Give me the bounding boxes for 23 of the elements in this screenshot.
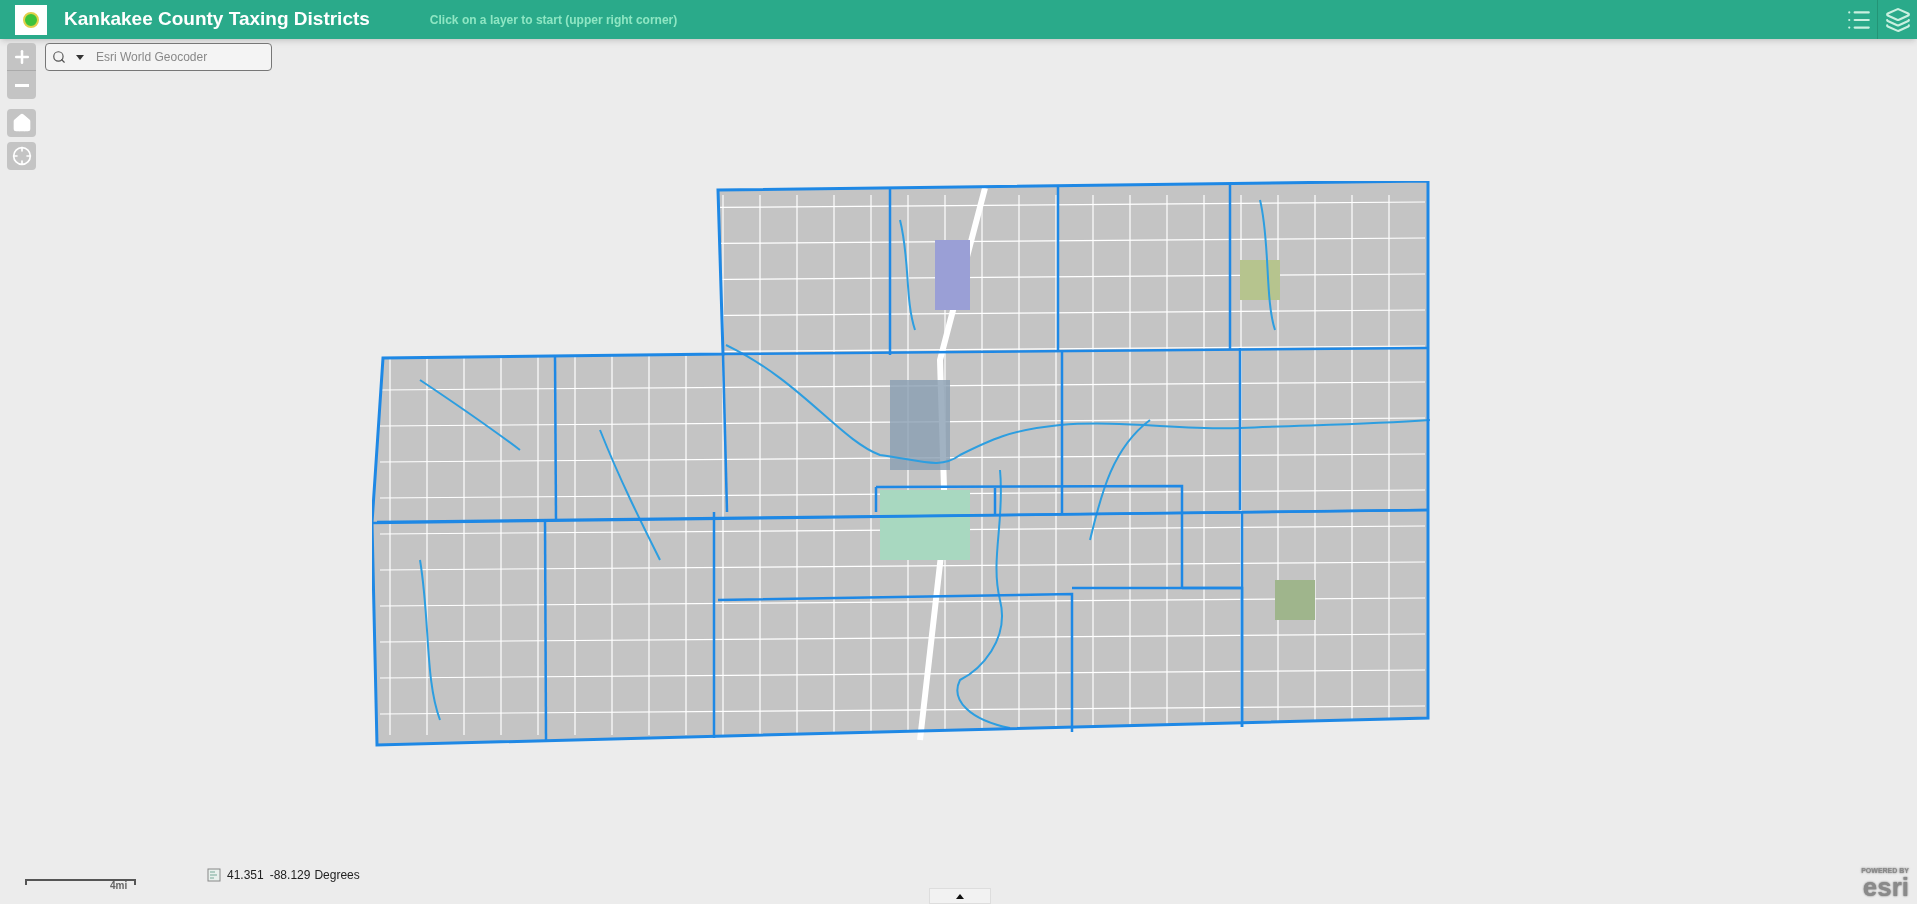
county-logo-icon [15,4,47,35]
locate-button[interactable] [7,142,36,170]
home-button[interactable] [7,109,36,137]
locate-icon [11,146,32,166]
search-icon [52,50,66,64]
up-arrow-icon [956,893,964,899]
zoom-in-button[interactable] [7,43,36,71]
header-hint: Click on a layer to start (upper right corner) [429,11,678,29]
esri-logo[interactable]: esri [1862,874,1909,900]
search-field[interactable]: Esri World Geocoder [45,43,272,71]
scale-label: 4mi [110,879,128,893]
unit-text: Degrees [314,867,360,884]
latitude-text: 41.351 [227,867,264,884]
longitude-text: -88.129 [269,867,311,884]
coordinate-icon[interactable] [207,868,221,882]
home-icon [11,113,32,133]
app-title: Kankakee County Taxing Districts [64,7,370,32]
minus-icon [14,83,29,87]
caret-icon[interactable] [76,55,84,60]
county-map-drawing[interactable] [372,181,1430,747]
zoom-out-button[interactable] [7,71,36,99]
layers-icon [1884,6,1911,33]
expand-panel-button[interactable] [929,888,991,904]
